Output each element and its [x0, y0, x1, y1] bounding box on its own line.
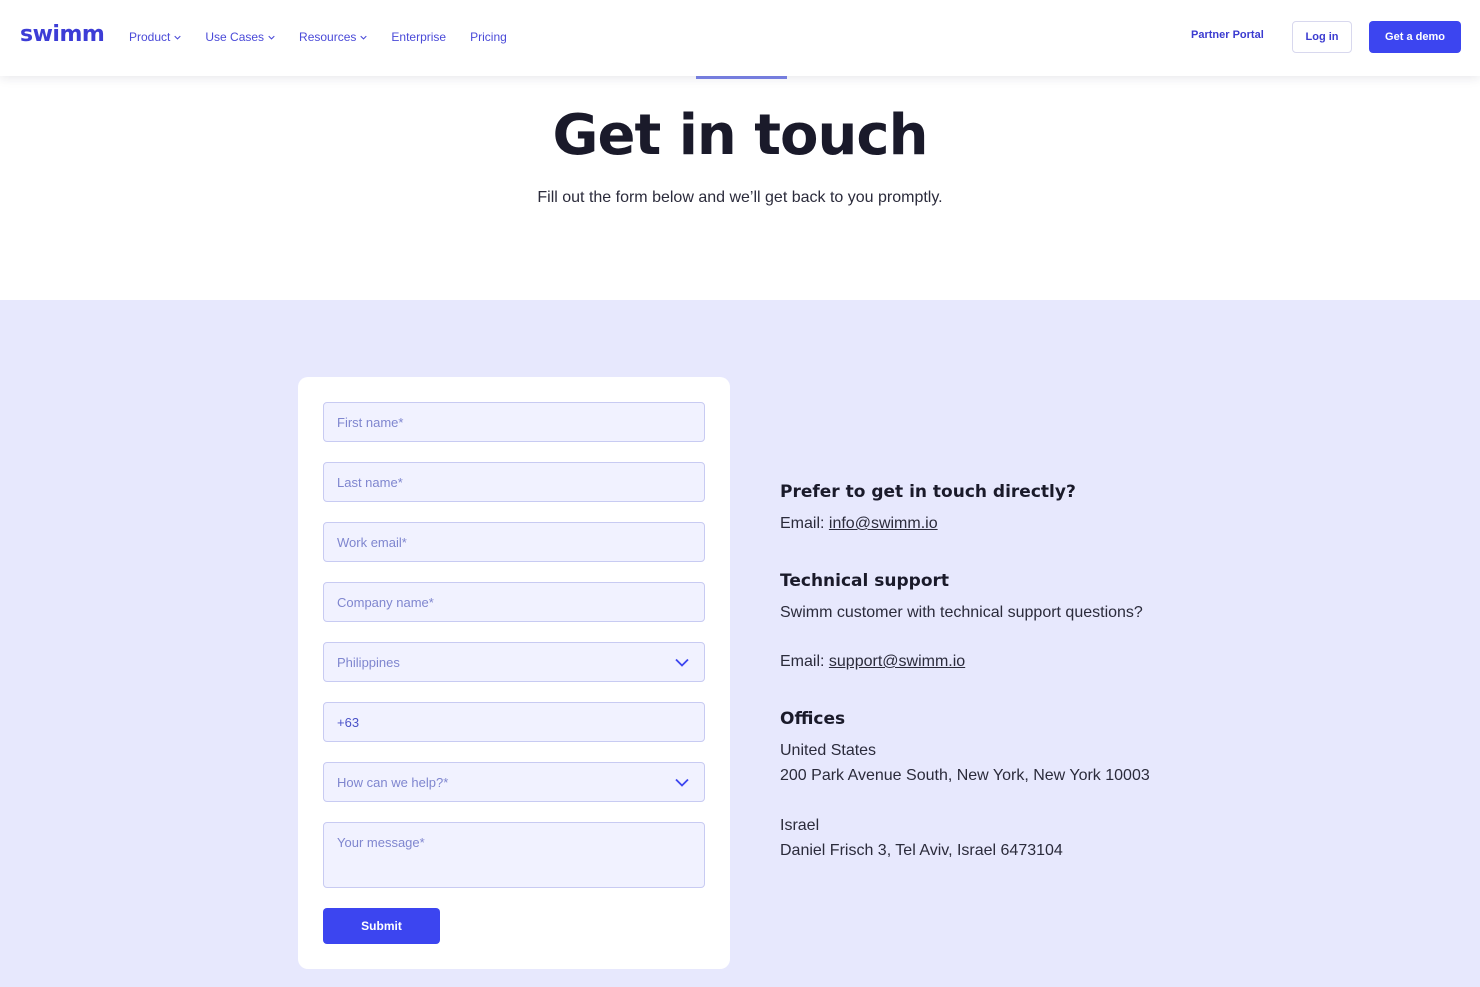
- email-label: Email:: [780, 653, 829, 670]
- site-header: swimm Product Use Cases Resources Enterp…: [0, 0, 1480, 76]
- page-subtitle: Fill out the form below and we’ll get ba…: [537, 189, 943, 206]
- support-description: Swimm customer with technical support qu…: [780, 604, 1143, 621]
- nav-use-cases-label: Use Cases: [205, 30, 265, 44]
- hero-accent-line: [696, 76, 787, 79]
- nav-use-cases[interactable]: Use Cases: [205, 30, 275, 44]
- nav-resources-label: Resources: [299, 30, 357, 44]
- nav-enterprise[interactable]: Enterprise: [391, 30, 446, 44]
- swimm-logo[interactable]: swimm: [20, 22, 105, 47]
- info-email-link[interactable]: info@swimm.io: [829, 515, 938, 532]
- office-il-country: Israel: [780, 817, 820, 834]
- work-email-placeholder: Work email*: [337, 534, 407, 550]
- chevron-down-icon: [360, 35, 368, 40]
- nav-product-label: Product: [129, 30, 171, 44]
- phone-value: +63: [337, 714, 360, 730]
- help-topic-select[interactable]: How can we help?*: [323, 762, 705, 802]
- last-name-input[interactable]: Last name*: [323, 462, 705, 502]
- message-placeholder: Your message*: [337, 835, 425, 850]
- get-demo-button[interactable]: Get a demo: [1369, 21, 1461, 53]
- first-name-input[interactable]: First name*: [323, 402, 705, 442]
- office-il-address: Daniel Frisch 3, Tel Aviv, Israel 647310…: [780, 842, 1063, 859]
- support-email-line: Email: support@swimm.io: [780, 653, 965, 671]
- chevron-down-icon: [675, 778, 689, 787]
- chevron-down-icon: [268, 35, 275, 40]
- technical-support-heading: Technical support: [780, 571, 950, 591]
- page-title: Get in touch: [552, 103, 929, 168]
- main-nav: Product Use Cases Resources Enterprise P…: [129, 30, 531, 44]
- nav-product[interactable]: Product: [129, 30, 182, 44]
- office-us-address: 200 Park Avenue South, New York, New Yor…: [780, 767, 1150, 784]
- nav-pricing-label: Pricing: [470, 30, 507, 44]
- nav-resources[interactable]: Resources: [299, 30, 368, 44]
- support-email-link[interactable]: support@swimm.io: [829, 653, 965, 670]
- country-selected-value: Philippines: [337, 654, 400, 670]
- country-select[interactable]: Philippines: [323, 642, 705, 682]
- direct-contact-heading: Prefer to get in touch directly?: [780, 482, 1076, 502]
- submit-button[interactable]: Submit: [323, 908, 440, 944]
- help-topic-placeholder: How can we help?*: [337, 774, 449, 790]
- nav-enterprise-label: Enterprise: [391, 30, 447, 44]
- phone-input[interactable]: +63: [323, 702, 705, 742]
- work-email-input[interactable]: Work email*: [323, 522, 705, 562]
- nav-pricing[interactable]: Pricing: [470, 30, 507, 44]
- first-name-placeholder: First name*: [337, 414, 404, 430]
- contact-section: [0, 300, 1480, 987]
- partner-portal-link[interactable]: Partner Portal: [1191, 29, 1264, 41]
- company-name-input[interactable]: Company name*: [323, 582, 705, 622]
- company-name-placeholder: Company name*: [337, 594, 434, 610]
- info-email-line: Email: info@swimm.io: [780, 515, 938, 533]
- last-name-placeholder: Last name*: [337, 474, 403, 490]
- chevron-down-icon: [174, 35, 182, 40]
- office-us-country: United States: [780, 742, 877, 759]
- email-label: Email:: [780, 515, 829, 532]
- chevron-down-icon: [675, 658, 689, 667]
- offices-heading: Offices: [780, 709, 846, 729]
- login-button[interactable]: Log in: [1292, 21, 1352, 53]
- message-textarea[interactable]: Your message*: [323, 822, 705, 888]
